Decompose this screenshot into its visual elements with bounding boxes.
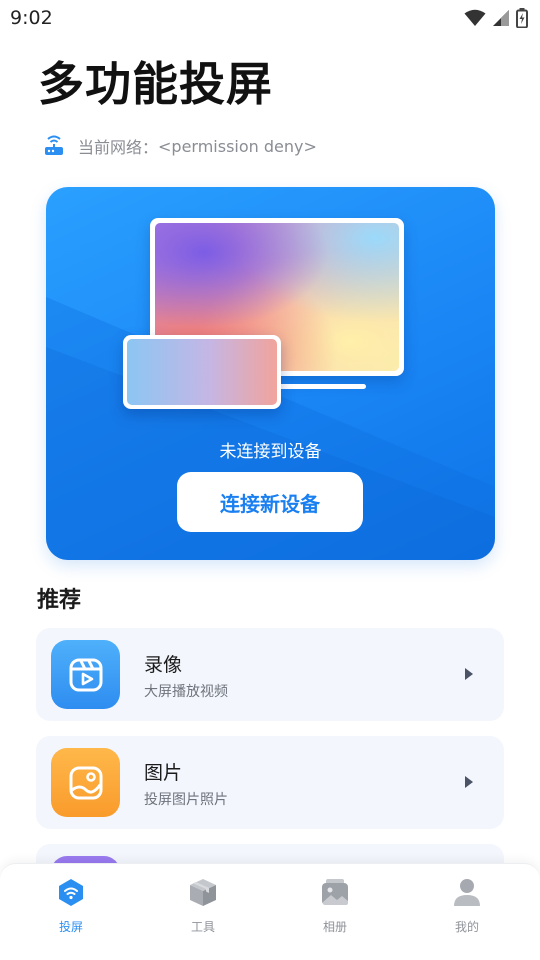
tab-label: 投屏 [58,920,83,934]
page-title: 多功能投屏 [38,57,273,111]
wifi-signal-icon [464,9,486,26]
recommend-item-video[interactable]: 录像 大屏播放视频 [36,628,504,721]
user-icon [454,879,480,906]
tab-album[interactable]: 相册 [295,876,375,946]
caret-right-icon [465,668,473,680]
network-info: 当前网络： <permission deny> [42,134,317,158]
status-time: 9:02 [10,7,53,29]
connection-status: 未连接到设备 [219,442,322,462]
connect-new-device-button[interactable]: 连接新设备 [177,472,363,532]
caret-right-icon [465,776,473,788]
status-bar: 9:02 [0,0,540,36]
tab-label: 相册 [322,920,347,934]
cell-signal-icon [493,10,509,26]
recommend-item-picture[interactable]: 图片 投屏图片照片 [36,736,504,829]
recommend-item-subtitle: 投屏图片照片 [144,792,228,808]
recommend-item-title: 图片 [144,762,183,784]
toolbox-icon [190,879,216,906]
recommend-section-title: 推荐 [37,588,82,613]
router-icon [45,135,63,155]
status-icons [464,8,528,28]
tab-label: 我的 [454,920,479,934]
network-value: <permission deny> [158,136,317,156]
tab-cast[interactable]: 投屏 [31,876,111,946]
monitor-stand [278,384,366,389]
recommend-item-subtitle: 大屏播放视频 [144,684,228,700]
network-label: 当前网络： [78,138,159,157]
video-reel-icon [51,640,120,709]
album-icon [322,879,348,905]
tab-label: 工具 [190,920,215,934]
bottom-nav: 投屏 工具 相册 我的 [0,863,540,960]
cast-hero-card: 未连接到设备 连接新设备 [46,187,495,560]
tab-tools[interactable]: 工具 [163,876,243,946]
tab-profile[interactable]: 我的 [427,876,507,946]
wifi-cast-icon [59,879,83,906]
recommend-item-title: 录像 [144,654,183,676]
battery-icon [516,8,528,28]
picture-icon [51,748,120,817]
phone-illustration [123,335,281,409]
